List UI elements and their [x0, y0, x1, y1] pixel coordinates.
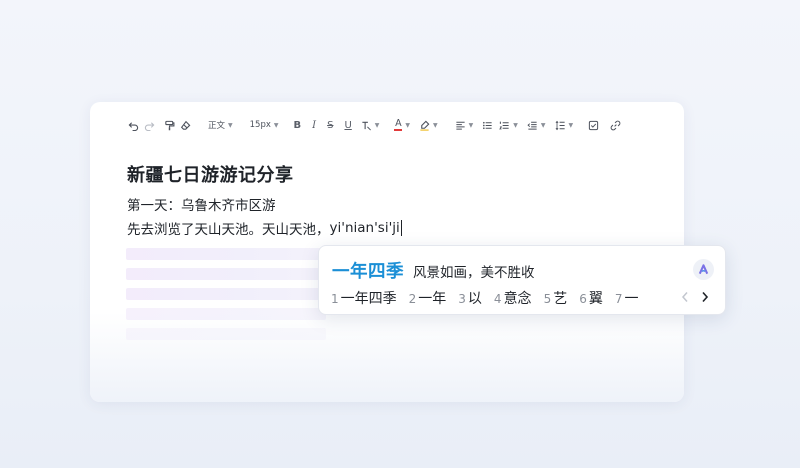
- editor-bottom-fade: [90, 312, 684, 402]
- skeleton-line: [126, 268, 326, 280]
- chevron-down-icon: ▼: [228, 121, 233, 129]
- candidate-word: 以: [467, 291, 482, 307]
- candidate-number: 1: [331, 292, 339, 306]
- candidate-number: 3: [458, 292, 466, 306]
- font-style-select[interactable]: 正文 ▼: [208, 116, 233, 134]
- bullet-list-icon: [483, 121, 492, 129]
- ime-candidate[interactable]: 3以: [458, 288, 482, 308]
- clear-format-button[interactable]: [180, 116, 191, 134]
- redo-button[interactable]: [144, 116, 155, 134]
- link-button[interactable]: [610, 116, 621, 134]
- ime-candidate[interactable]: 2 一年: [409, 288, 447, 308]
- chevron-down-icon: ▼: [568, 121, 574, 129]
- bullet-list-button[interactable]: [482, 116, 493, 134]
- editor-toolbar: 正文 ▼ 15px ▼ B I S U ▼ A ▼ ▼ ▼ ▼ ▼ ▼: [128, 116, 626, 134]
- ime-logo-button[interactable]: [693, 259, 714, 280]
- font-size-select[interactable]: 15px ▼: [250, 116, 279, 134]
- bold-button[interactable]: B: [294, 116, 302, 134]
- chevron-down-icon: ▼: [513, 121, 518, 129]
- document-title[interactable]: 新疆七日游游记分享: [127, 161, 294, 187]
- highlight-select[interactable]: ▼: [419, 116, 438, 134]
- ime-candidate[interactable]: 6翼: [579, 288, 603, 308]
- candidate-word: 一年: [418, 291, 447, 307]
- next-page-button[interactable]: [697, 288, 713, 306]
- underline-button[interactable]: U: [344, 116, 351, 134]
- candidate-word: 翼: [588, 291, 603, 307]
- ime-candidate[interactable]: 4 意念: [494, 288, 532, 308]
- ime-page-nav: [677, 288, 713, 306]
- chevron-left-icon: [681, 292, 688, 302]
- align-select[interactable]: ▼: [455, 116, 474, 134]
- font-color-icon: A: [395, 117, 402, 129]
- skeleton-line: [126, 248, 326, 260]
- skeleton-line: [126, 308, 326, 320]
- ime-preedit-candidate[interactable]: 一年四季: [332, 258, 404, 283]
- candidate-number: 6: [579, 292, 587, 306]
- skeleton-line: [126, 288, 326, 300]
- candidate-word: 艺: [553, 291, 568, 307]
- checkbox-button[interactable]: [588, 116, 599, 134]
- chevron-down-icon: ▼: [540, 121, 546, 129]
- line-spacing-select[interactable]: ▼: [555, 116, 574, 134]
- undo-button[interactable]: [128, 116, 139, 134]
- font-color-bar: [394, 129, 403, 132]
- text-style-select[interactable]: ▼: [361, 116, 380, 134]
- link-icon: [610, 120, 621, 130]
- checkbox-icon: [589, 120, 599, 130]
- candidate-number: 4: [493, 292, 502, 306]
- chevron-down-icon: ▼: [433, 121, 438, 129]
- format-painter-icon: [165, 120, 175, 130]
- ime-association-suggestion[interactable]: 风景如画，美不胜收: [413, 261, 535, 281]
- italic-button[interactable]: I: [312, 116, 316, 134]
- candidate-word: 一年四季: [340, 291, 397, 307]
- chevron-right-icon: [702, 291, 709, 303]
- skeleton-line: [126, 328, 326, 340]
- redo-icon: [144, 121, 155, 131]
- undo-icon: [128, 121, 139, 131]
- format-painter-button[interactable]: [164, 116, 175, 134]
- ime-candidate[interactable]: 7一: [615, 288, 639, 308]
- outdent-icon: [527, 121, 537, 130]
- document-paragraph[interactable]: 第一天：乌鲁木齐市区游: [127, 194, 276, 214]
- eraser-icon: [180, 120, 191, 130]
- ime-logo-icon: [698, 264, 709, 275]
- font-color-select[interactable]: A ▼: [394, 116, 410, 134]
- candidate-word: 意念: [503, 291, 532, 307]
- chevron-down-icon: ▼: [405, 121, 411, 129]
- italic-label: I: [312, 119, 317, 131]
- prev-page-button[interactable]: [677, 288, 693, 306]
- text-caret: [400, 220, 403, 236]
- candidate-number: 2: [408, 292, 417, 306]
- ime-candidate-list: 1 一年四季 2 一年 3以 4 意念 5艺 6翼 7一: [331, 288, 650, 308]
- candidate-word: 一: [624, 291, 639, 307]
- ime-composition-text: yi'nian'si'ji: [329, 220, 400, 236]
- align-left-icon: [456, 121, 465, 130]
- ime-candidate-window: 一年四季 风景如画，美不胜收 1 一年四季 2 一年 3以 4 意念 5艺 6翼 7一: [318, 245, 726, 315]
- font-size-value: 15px: [249, 120, 271, 130]
- paragraph-text: 先去浏览了天山天池。天山天池，: [127, 222, 330, 238]
- chevron-down-icon: ▼: [273, 121, 279, 129]
- ime-candidate[interactable]: 1 一年四季: [331, 288, 397, 308]
- chevron-down-icon: ▼: [374, 121, 380, 129]
- numbered-list-icon: [499, 121, 509, 129]
- numbered-list-select[interactable]: ▼: [499, 116, 518, 134]
- candidate-number: 5: [543, 292, 552, 306]
- highlighter-icon: [420, 120, 430, 131]
- line-spacing-icon: [555, 120, 565, 130]
- text-transform-icon: [362, 121, 371, 130]
- chevron-down-icon: ▼: [468, 121, 474, 129]
- font-style-value: 正文: [208, 121, 226, 131]
- indent-select[interactable]: ▼: [527, 116, 546, 134]
- strikethrough-button[interactable]: S: [327, 116, 333, 134]
- candidate-number: 7: [614, 292, 623, 306]
- ime-top-row: 一年四季 风景如画，美不胜收: [332, 258, 535, 283]
- document-paragraph-editing[interactable]: 先去浏览了天山天池。天山天池， yi'nian'si'ji: [127, 218, 403, 238]
- ime-candidate[interactable]: 5艺: [544, 288, 568, 308]
